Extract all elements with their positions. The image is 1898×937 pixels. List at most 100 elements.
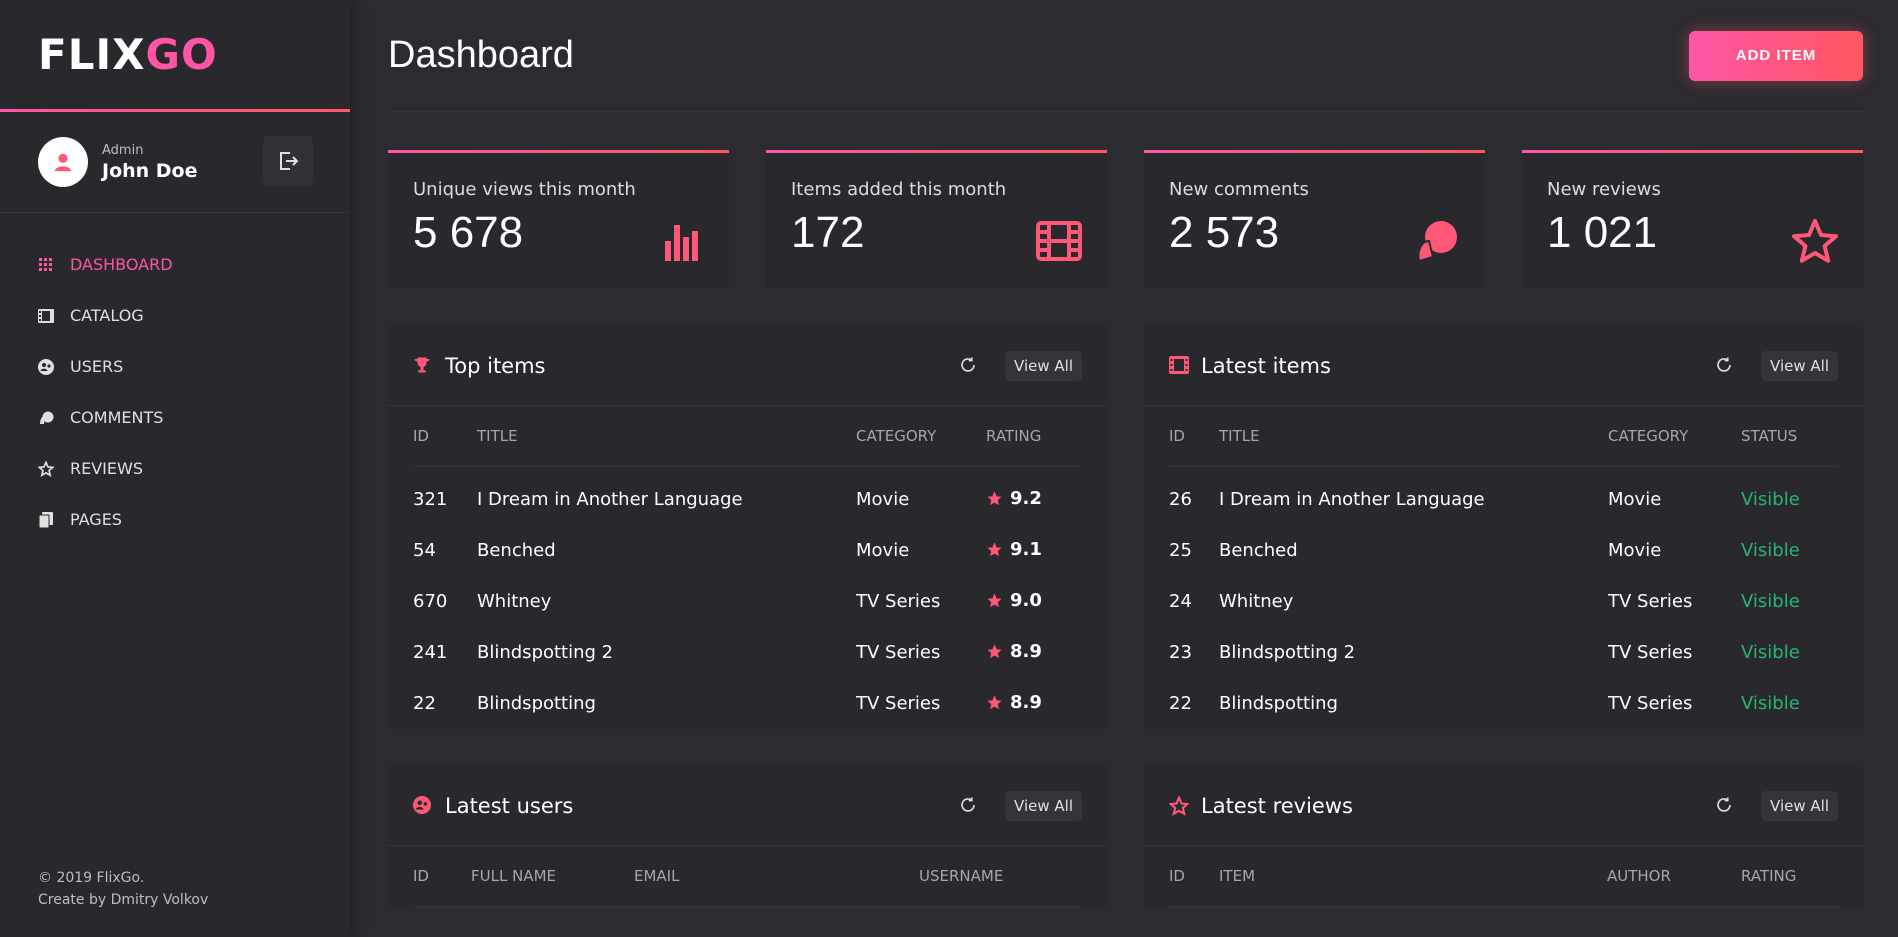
cell-id: 25 [1169,540,1192,561]
user-name: John Doe [102,159,198,182]
column-header: CATEGORY [1608,406,1741,467]
cell-category: TV Series [856,591,941,612]
star-icon [987,592,1002,607]
cell-id: 22 [413,693,436,714]
sidebar-item-label: USERS [70,357,124,376]
copyright: © 2019 FlixGo. [38,870,145,886]
view-all-button[interactable]: View All [1761,350,1838,381]
cell-rating: 9.2 [986,466,1082,525]
sidebar-item-reviews[interactable]: REVIEWS [0,443,350,494]
user-panel: Admin John Doe [0,112,350,213]
column-header: TITLE [477,406,856,467]
table-row[interactable]: 54 Benched Movie 9.1 [413,525,1082,576]
stat-label: Items added this month [791,179,1007,200]
comments-icon [1417,221,1457,263]
logout-button[interactable] [263,136,313,186]
refresh-icon [1717,797,1731,812]
cell-id: 24 [1169,591,1192,612]
logo-part-2: GO [145,30,218,79]
users-icon [413,795,431,814]
stat-card-comments: New comments 2 573 [1144,150,1485,288]
stat-label: New reviews [1547,179,1661,200]
user-role: Admin [102,142,144,158]
column-header: ID [1169,406,1219,467]
cell-title: Blindspotting 2 [477,642,614,663]
latest-reviews-panel: Latest reviews View All ID ITEM AUTHOR R… [1144,766,1863,907]
cell-id: 23 [1169,642,1192,663]
table-row[interactable]: 24 Whitney TV Series Visible [1169,576,1838,627]
cell-rating: 8.9 [986,678,1082,729]
film-icon [38,308,54,323]
cell-id: 241 [413,642,448,663]
sidebar-item-catalog[interactable]: CATALOG [0,290,350,341]
trophy-icon [414,357,430,372]
refresh-button[interactable] [1715,356,1735,376]
star-icon [38,460,54,477]
refresh-button[interactable] [959,356,979,376]
cell-title: Whitney [477,591,552,612]
rating-value: 9.0 [1010,589,1042,611]
cell-category: TV Series [856,642,941,663]
refresh-icon [1717,357,1731,372]
column-header: STATUS [1741,406,1838,467]
grid-icon [39,257,52,271]
comments-icon [40,411,54,424]
cell-title: Benched [477,540,556,561]
status-badge: Visible [1741,693,1800,714]
cell-category: Movie [856,540,910,561]
table-row[interactable]: 22 Blindspotting TV Series 8.9 [413,678,1082,729]
latest-items-panel: Latest items View All ID TITLE CATEGORY … [1144,326,1863,729]
top-items-panel: Top items View All ID TITLE CATEGORY RAT… [388,326,1107,729]
table-row[interactable]: 241 Blindspotting 2 TV Series 8.9 [413,627,1082,678]
star-icon [1792,219,1838,263]
table-row[interactable]: 670 Whitney TV Series 9.0 [413,576,1082,627]
add-item-button[interactable]: ADD ITEM [1689,30,1863,81]
cell-rating: 9.1 [986,525,1082,576]
table-row[interactable]: 321 I Dream in Another Language Movie 9.2 [413,466,1082,525]
table-row[interactable]: 26 I Dream in Another Language Movie Visibl… [1169,466,1838,525]
refresh-button[interactable] [1715,796,1735,816]
status-badge: Visible [1741,540,1800,561]
cell-category: Movie [1608,540,1662,561]
stat-card-reviews: New reviews 1 021 [1522,150,1863,288]
table-row[interactable]: 23 Blindspotting 2 TV Series Visible [1169,627,1838,678]
sidebar-item-pages[interactable]: PAGES [0,494,350,545]
sidebar: FLIX GO Admin John Doe DASHBOARD CATALOG … [0,0,350,937]
film-icon [1036,221,1082,261]
cell-title: Benched [1219,540,1298,561]
logo[interactable]: FLIX GO [0,0,350,112]
refresh-icon [961,797,975,812]
users-icon [38,358,54,375]
column-header: RATING [986,406,1082,467]
view-all-button[interactable]: View All [1761,790,1838,821]
panel-title: Latest users [445,793,574,818]
sidebar-item-users[interactable]: USERS [0,341,350,392]
cell-category: TV Series [1608,693,1693,714]
top-items-table: ID TITLE CATEGORY RATING 321 I Dream in A… [413,406,1082,729]
star-icon [987,643,1002,658]
cell-title: Blindspotting [1219,693,1338,714]
panel-title: Top items [445,353,546,378]
view-all-button[interactable]: View All [1005,790,1082,821]
bar-chart-icon [665,225,698,261]
latest-items-table: ID TITLE CATEGORY STATUS 26 I Dream in An… [1169,406,1838,729]
cell-title: Blindspotting [477,693,596,714]
table-row[interactable]: 22 Blindspotting TV Series Visible [1169,678,1838,729]
cell-category: TV Series [856,693,941,714]
credit: Create by Dmitry Volkov [38,892,209,908]
sidebar-item-dashboard[interactable]: DASHBOARD [0,239,350,290]
sidebar-nav: DASHBOARD CATALOG USERS COMMENTS REVIEWS… [0,239,350,545]
table-row[interactable]: 25 Benched Movie Visible [1169,525,1838,576]
logout-icon [280,152,299,170]
column-header: TITLE [1219,406,1608,467]
column-header: ID [1169,846,1219,907]
rating-value: 8.9 [1010,691,1042,713]
stat-card-items: Items added this month 172 [766,150,1107,288]
refresh-button[interactable] [959,796,979,816]
latest-users-table: ID FULL NAME EMAIL USERNAME [413,846,1082,907]
cell-id: 54 [413,540,436,561]
view-all-button[interactable]: View All [1005,350,1082,381]
sidebar-item-comments[interactable]: COMMENTS [0,392,350,443]
cell-id: 22 [1169,693,1192,714]
sidebar-item-label: COMMENTS [70,408,164,427]
